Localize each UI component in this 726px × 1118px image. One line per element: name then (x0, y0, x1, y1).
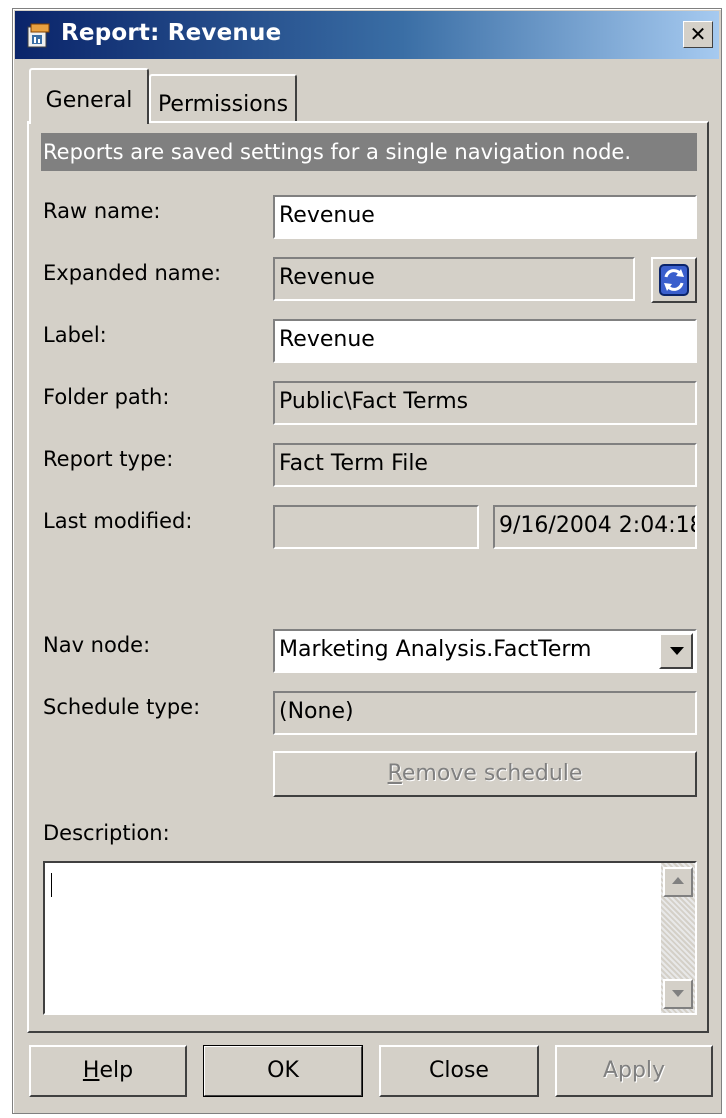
last-modified-label: Last modified: (43, 509, 193, 533)
help-mnemonic: H (82, 1058, 100, 1083)
raw-name-input[interactable]: Revenue (273, 195, 697, 239)
report-type-field: Fact Term File (273, 443, 697, 487)
remove-schedule-mnemonic: R (387, 761, 402, 786)
remove-schedule-text: emove schedule (401, 761, 583, 786)
folder-path-label: Folder path: (43, 385, 170, 409)
tab-permissions[interactable]: Permissions (149, 74, 297, 122)
refresh-button[interactable] (651, 257, 697, 303)
apply-button[interactable]: Apply (555, 1045, 713, 1097)
help-button[interactable]: Help (29, 1045, 187, 1097)
close-button[interactable]: Close (379, 1045, 539, 1097)
chevron-down-icon[interactable] (659, 633, 693, 669)
description-textarea[interactable] (43, 861, 697, 1015)
close-window-button[interactable]: ✕ (683, 21, 713, 48)
report-dialog: Report: Revenue ✕ General Permissions Re… (12, 8, 722, 1114)
schedule-type-label: Schedule type: (43, 695, 201, 719)
help-text: elp (99, 1058, 134, 1083)
expanded-name-label: Expanded name: (43, 261, 222, 285)
last-modified-by-field (273, 505, 479, 549)
tab-general[interactable]: General (29, 68, 149, 124)
tab-general-label: General (45, 88, 133, 113)
tab-permissions-label: Permissions (157, 92, 289, 117)
refresh-icon (659, 264, 689, 296)
title-bar[interactable]: Report: Revenue ✕ (15, 11, 719, 59)
folder-path-field: Public\Fact Terms (273, 381, 697, 425)
ok-button[interactable]: OK (203, 1045, 363, 1097)
scroll-up-icon[interactable] (663, 867, 693, 897)
nav-node-value: Marketing Analysis.FactTerm (279, 637, 592, 662)
remove-schedule-button[interactable]: Remove schedule (273, 751, 697, 797)
text-caret (51, 873, 52, 897)
nav-node-label: Nav node: (43, 633, 151, 657)
report-type-label: Report type: (43, 447, 174, 471)
description-scrollbar[interactable] (661, 863, 695, 1013)
dialog-title: Report: Revenue (61, 20, 282, 46)
report-icon (27, 23, 50, 48)
scroll-down-icon[interactable] (663, 979, 693, 1009)
nav-node-select[interactable]: Marketing Analysis.FactTerm (273, 629, 697, 673)
raw-name-label: Raw name: (43, 199, 161, 223)
label-label: Label: (43, 323, 107, 347)
info-banner: Reports are saved settings for a single … (41, 133, 697, 171)
description-label: Description: (43, 821, 170, 845)
schedule-type-field: (None) (273, 691, 697, 735)
label-input[interactable]: Revenue (273, 319, 697, 363)
last-modified-date-field: 9/16/2004 2:04:18 (493, 505, 697, 549)
close-icon: ✕ (689, 22, 707, 46)
expanded-name-field: Revenue (273, 257, 635, 301)
